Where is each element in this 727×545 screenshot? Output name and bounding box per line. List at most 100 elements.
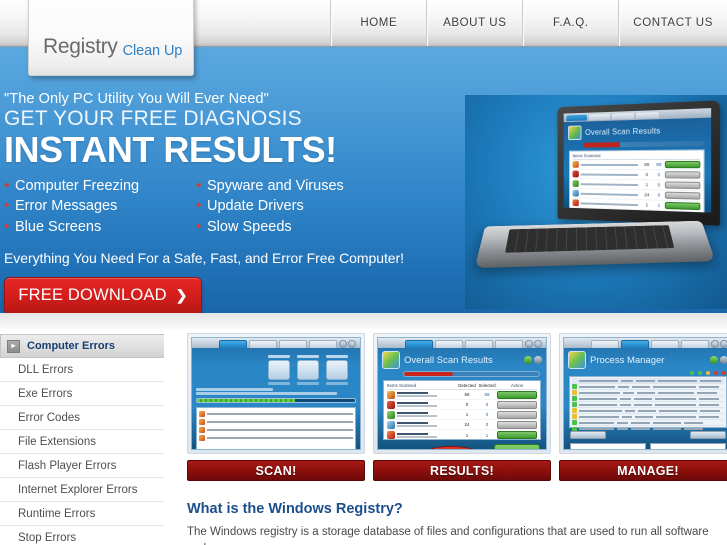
row-icon: [572, 189, 579, 197]
panel-tab-home: [405, 340, 433, 348]
list-item: [199, 418, 353, 426]
nav-item-home[interactable]: HOME: [330, 0, 426, 46]
row-action-button: [664, 201, 701, 211]
scan-button[interactable]: SCAN!: [187, 460, 365, 481]
sidebar: ▸ Computer Errors DLL Errors Exe Errors …: [0, 334, 164, 545]
hero-tagline: "The Only PC Utility You Will Ever Need": [4, 91, 269, 107]
laptop-screen: Overall Scan Results Items Scanned 59 59 …: [563, 108, 712, 213]
panel-tab-home: [591, 340, 619, 348]
laptop-table-row: 59 59: [572, 159, 701, 171]
panel-tab-options: [249, 340, 277, 348]
hero-bullet: Blue Screens: [4, 216, 196, 238]
laptop-tab: [566, 114, 587, 121]
site-logo[interactable]: Registry Clean Up: [28, 0, 194, 76]
col-action: [665, 153, 700, 158]
nav-item-contact-us[interactable]: CONTACT US: [618, 0, 727, 46]
row-name: [397, 432, 457, 438]
panel-scan-screenshot: 1 Fix All: [191, 337, 361, 450]
panel-scan-progressbar: [196, 398, 356, 403]
panel-tab-options: [621, 340, 649, 348]
sidebar-section-title: Computer Errors: [27, 340, 116, 352]
row-icon: [387, 420, 395, 429]
panel-scan: 1 Fix All SCAN!: [187, 333, 365, 481]
free-download-button[interactable]: FREE DOWNLOAD ❯: [4, 276, 202, 313]
laptop-table-row: 11: [572, 198, 701, 213]
panel-tab-settings: [681, 340, 709, 348]
sidebar-section-computer-errors[interactable]: ▸ Computer Errors: [0, 334, 164, 358]
row-icon: [572, 161, 579, 168]
list-item: [199, 434, 353, 442]
panel-manage-detail: [570, 443, 726, 449]
end-process-button: [690, 431, 726, 439]
sidebar-item-dll-errors[interactable]: DLL Errors: [0, 358, 164, 382]
list-item: [199, 426, 353, 434]
panel-scan-frame: 1 Fix All: [187, 333, 365, 454]
row-detected: 1: [645, 202, 649, 208]
table-row: 59 59: [387, 390, 537, 400]
panel-tabbar: [192, 338, 360, 348]
row-detected: 1: [465, 432, 469, 438]
manage-button[interactable]: MANAGE!: [559, 460, 727, 481]
nav-item-faq[interactable]: F.A.Q.: [522, 0, 618, 46]
hero-copy: "The Only PC Utility You Will Ever Need"…: [4, 91, 474, 313]
row-selected: 0: [657, 172, 661, 178]
table-row: 1 1: [387, 430, 537, 440]
laptop-screen-title-row: Overall Scan Results: [564, 118, 711, 143]
logo-main-text: Registry: [43, 35, 118, 58]
panel-tab-disk: [465, 340, 493, 348]
sidebar-item-stop-errors[interactable]: Stop Errors: [0, 526, 164, 545]
tile-process: [297, 355, 319, 385]
col-detected: [641, 153, 653, 158]
window-buttons: [339, 340, 356, 348]
sidebar-item-flash-player-errors[interactable]: Flash Player Errors: [0, 454, 164, 478]
hero-bullet-lists: Computer Freezing Error Messages Blue Sc…: [4, 175, 474, 238]
panel-scan-tiles: [196, 351, 356, 387]
panel-results-table: Items Scanned Detected Selected Action 5…: [383, 380, 541, 440]
row-name: [580, 173, 638, 176]
app-logo-icon: [382, 351, 400, 369]
row-name: [580, 182, 638, 186]
sidebar-item-error-codes[interactable]: Error Codes: [0, 406, 164, 430]
panel-results-footer: 65 Fix All: [378, 440, 546, 451]
panel-tab-settings: [495, 340, 523, 348]
laptop-base: [474, 220, 716, 269]
logo-sub-text: Clean Up: [122, 43, 183, 59]
panel-results-table-header: Items Scanned Detected Selected Action: [387, 383, 537, 390]
tile-registry: [268, 355, 290, 385]
panel-results-title: Overall Scan Results: [404, 354, 493, 366]
panel-results-cancel-button: [384, 450, 408, 451]
tile-privacy: [326, 355, 348, 385]
sidebar-item-file-extensions[interactable]: File Extensions: [0, 430, 164, 454]
row-icon: [572, 180, 579, 188]
hero-bullet: Update Drivers: [196, 195, 396, 217]
laptop-results-table: Items Scanned 59 59 00 10 24 0 11: [568, 149, 705, 213]
list-item: [199, 410, 353, 418]
panel-results: Overall Scan Results Items Scanned Detec…: [373, 333, 551, 481]
legend-other: [706, 371, 710, 375]
row-action-button: [497, 390, 537, 399]
row-name: [397, 392, 457, 397]
laptop-tab: [588, 113, 611, 120]
row-name: [580, 163, 638, 166]
row-action-button: [497, 410, 537, 419]
row-selected: 1: [485, 432, 489, 438]
row-selected: 0: [485, 422, 489, 427]
sidebar-item-exe-errors[interactable]: Exe Errors: [0, 382, 164, 406]
optimize-all-button: [570, 431, 606, 439]
hero-subhead: GET YOUR FREE DIAGNOSIS: [4, 107, 302, 130]
hero-bullet: Computer Freezing: [4, 175, 196, 197]
row-selected: 1: [657, 202, 661, 208]
hero-bullet: Spyware and Viruses: [196, 175, 396, 197]
results-button[interactable]: RESULTS!: [373, 460, 551, 481]
sidebar-item-runtime-errors[interactable]: Runtime Errors: [0, 502, 164, 526]
hero-bullets-left: Computer Freezing Error Messages Blue Sc…: [4, 175, 196, 238]
panel-tab-options: [435, 340, 463, 348]
hero-laptop-image: Overall Scan Results Items Scanned 59 59 …: [465, 95, 727, 309]
sidebar-item-internet-explorer-errors[interactable]: Internet Explorer Errors: [0, 478, 164, 502]
panel-scan-results-list: [196, 407, 356, 449]
panel-results-status-pill: [403, 371, 540, 377]
panel-tab-home: [219, 340, 247, 348]
nav-item-about-us[interactable]: ABOUT US: [426, 0, 522, 46]
table-row: 24 0: [387, 420, 537, 430]
chevron-right-icon: ▸: [7, 339, 20, 353]
